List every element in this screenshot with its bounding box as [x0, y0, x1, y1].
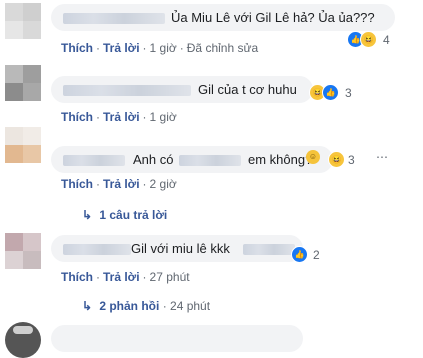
- view-replies-link[interactable]: ↳ 1 câu trả lời: [82, 208, 167, 222]
- comment-text-end: em không?: [248, 152, 313, 167]
- comment-actions: Thích · Trả lời · 27 phút: [61, 270, 190, 284]
- reply-link[interactable]: Trả lời: [103, 41, 140, 55]
- reply-arrow-icon: ↳: [82, 208, 93, 222]
- like-link[interactable]: Thích: [61, 177, 93, 191]
- smiley-emoji-icon: ☺: [306, 150, 320, 164]
- comment-text-start: Anh có: [133, 152, 174, 167]
- like-link[interactable]: Thích: [61, 41, 93, 55]
- view-replies-link[interactable]: ↳ 2 phản hồi · 24 phút: [82, 299, 210, 313]
- avatar[interactable]: [5, 65, 41, 101]
- reaction-count: 3: [348, 153, 355, 167]
- avatar[interactable]: [5, 3, 41, 39]
- edited-label[interactable]: Đã chỉnh sửa: [187, 41, 258, 55]
- comment-bubble: Anh có em không?: [51, 146, 333, 173]
- reaction-count: 4: [383, 33, 390, 47]
- reaction-summary[interactable]: 👍 😆 4: [347, 31, 407, 49]
- comment-bubble: Gil của t cơ huhu: [51, 76, 313, 103]
- timestamp[interactable]: 27 phút: [150, 270, 190, 284]
- timestamp[interactable]: 1 giờ: [150, 41, 177, 55]
- comment-actions: Thích · Trả lời · 1 giờ: [61, 110, 177, 124]
- blurred-name: [63, 85, 191, 96]
- like-link[interactable]: Thích: [61, 110, 93, 124]
- comment-text: Gil với miu lê kkk: [131, 241, 230, 256]
- blurred-mention: [179, 155, 241, 166]
- options-icon[interactable]: ⋯: [376, 150, 389, 164]
- comment-text: Gil của t cơ huhu: [198, 82, 297, 97]
- reply-link[interactable]: Trả lời: [103, 177, 140, 191]
- haha-icon: 😆: [328, 151, 345, 168]
- blurred-name: [63, 244, 131, 255]
- comment-actions: Thích · Trả lời · 2 giờ: [61, 177, 177, 191]
- blurred-name: [63, 13, 165, 24]
- replies-timestamp: 24 phút: [170, 299, 211, 313]
- like-icon: 👍: [291, 246, 308, 263]
- comment-bubble: Ủa Miu Lê với Gil Lê hả? Ủa ủa???: [51, 4, 395, 31]
- reply-link[interactable]: Trả lời: [103, 110, 140, 124]
- avatar[interactable]: [5, 127, 41, 163]
- avatar[interactable]: [5, 322, 41, 358]
- comment-bubble: Gil với miu lê kkk: [51, 235, 303, 262]
- reaction-count: 3: [345, 86, 352, 100]
- reply-arrow-icon: ↳: [82, 299, 93, 313]
- reaction-count: 2: [313, 248, 320, 262]
- avatar[interactable]: [5, 233, 41, 269]
- blurred-name: [63, 155, 125, 166]
- comment-actions: Thích · Trả lời · 1 giờ · Đã chỉnh sửa: [61, 41, 259, 55]
- like-icon: 👍: [322, 84, 339, 101]
- comment-text: Ủa Miu Lê với Gil Lê hả? Ủa ủa???: [171, 10, 375, 25]
- like-link[interactable]: Thích: [61, 270, 93, 284]
- haha-icon: 😆: [360, 31, 377, 48]
- reaction-summary[interactable]: 😆 👍 3: [309, 84, 369, 102]
- blurred-mention: [243, 244, 295, 255]
- reply-link[interactable]: Trả lời: [103, 270, 140, 284]
- comment-bubble: [51, 325, 303, 352]
- reaction-summary[interactable]: 👍 2: [291, 246, 331, 264]
- reaction-summary[interactable]: 😆 3: [328, 151, 358, 169]
- timestamp[interactable]: 1 giờ: [150, 110, 177, 124]
- timestamp[interactable]: 2 giờ: [150, 177, 177, 191]
